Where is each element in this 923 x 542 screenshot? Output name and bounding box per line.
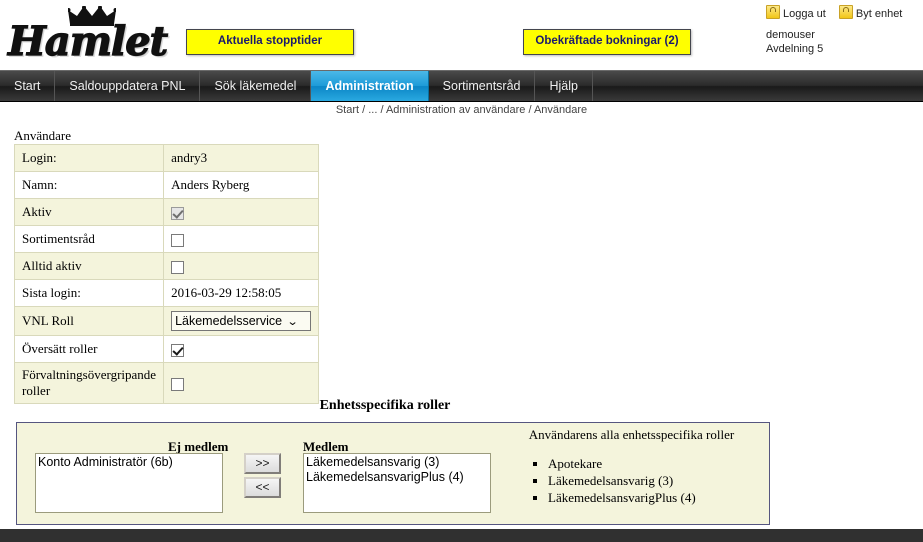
nav-item-start[interactable]: Start (0, 71, 56, 101)
nav-item-administration[interactable]: Administration (311, 71, 429, 101)
nav-item-sortimentsr-d[interactable]: Sortimentsråd (429, 71, 536, 101)
table-row: Sista login: 2016-03-29 12:58:05 (13, 279, 320, 307)
switch-unit-label: Byt enhet (855, 8, 903, 20)
all-roles-list: ApotekareLäkemedelsansvarig (3)Läkemedel… (530, 455, 696, 506)
all-roles-label: Användarens alla enhetsspecifika roller (528, 427, 735, 442)
breadcrumb-text: Start / ... / Administration av användar… (335, 104, 588, 116)
table-row: Namn: Anders Ryberg (13, 171, 320, 199)
nav-item-label: Sök läkemedel (214, 79, 297, 93)
list-item: Läkemedelsansvarig (3) (548, 472, 696, 489)
add-role-button[interactable]: >> (244, 453, 281, 474)
field-value: Anders Ryberg (163, 171, 320, 199)
field-value: 2016-03-29 12:58:05 (163, 279, 320, 307)
hamlet-logo: Hamlet (7, 6, 169, 65)
non-member-listbox[interactable]: Konto Administratör (6b) (35, 453, 223, 513)
nav-item-label: Administration (325, 79, 414, 93)
page-title: Användare (14, 128, 72, 143)
account-info: demouser Avdelning 5 (766, 28, 823, 56)
remove-role-button[interactable]: << (244, 477, 281, 498)
field-value: andry3 (163, 144, 320, 172)
nav-item-saldouppdatera-pnl[interactable]: Saldouppdatera PNL (55, 71, 201, 101)
field-label: Översätt roller (13, 335, 165, 363)
logout-label: Logga ut (783, 8, 826, 20)
checkbox--vers-tt-roller[interactable] (171, 343, 185, 357)
nav-item-label: Saldouppdatera PNL (69, 79, 186, 93)
obekraftade-bokningar-button[interactable]: Obekräftade bokningar (2) (523, 29, 691, 55)
field-label: Sortimentsråd (13, 225, 165, 253)
list-item[interactable]: LäkemedelsansvarigPlus (4) (306, 470, 490, 485)
nav-item-label: Start (14, 79, 41, 93)
list-item: Apotekare (548, 455, 696, 472)
table-row: VNL Roll Läkemedelsservice ⌄ (13, 306, 320, 336)
lock-icon (838, 5, 853, 19)
table-row: Sortimentsråd (13, 225, 320, 253)
nav-item-label: Hjälp (549, 79, 578, 93)
list-item: LäkemedelsansvarigPlus (4) (548, 489, 696, 506)
unit-label: Avdelning 5 (766, 43, 824, 55)
logo-wordmark: Hamlet (7, 18, 168, 65)
checkbox-alltid-aktiv[interactable] (171, 260, 185, 274)
field-label: Namn: (13, 171, 165, 199)
table-row: Login: andry3 (13, 144, 320, 172)
main-navigation: Start Saldouppdatera PNL Sök läkemedel Admi… (0, 70, 923, 102)
checkbox-f-rvaltnings-vergripande-roller[interactable] (171, 377, 185, 391)
field-label: Login: (13, 144, 165, 172)
field-label: VNL Roll (13, 306, 165, 336)
nav-item-label: Sortimentsråd (442, 79, 521, 93)
username-label: demouser (766, 29, 815, 41)
vnl-roll-select[interactable]: Läkemedelsservice ⌄ (171, 311, 312, 331)
list-item[interactable]: Konto Administratör (6b) (38, 455, 222, 470)
logout-link[interactable]: Logga ut (766, 5, 826, 20)
field-label: Aktiv (13, 198, 165, 226)
table-row: Aktiv (13, 198, 320, 226)
nav-item-hj-lp[interactable]: Hjälp (535, 71, 593, 101)
roles-section-heading: Enhetsspecifika roller (319, 398, 451, 413)
field-label: Alltid aktiv (13, 252, 165, 280)
page-footer (0, 529, 923, 542)
table-row: Översätt roller (13, 335, 320, 363)
field-value (163, 225, 320, 253)
list-item[interactable]: Läkemedelsansvarig (3) (306, 455, 490, 470)
switch-unit-link[interactable]: Byt enhet (838, 5, 903, 20)
lock-icon (766, 5, 780, 19)
field-value (163, 198, 320, 226)
field-value (163, 335, 320, 363)
nav-item-s-k-l-kemedel[interactable]: Sök läkemedel (200, 71, 312, 101)
account-links: Logga ut Byt enhet (766, 5, 912, 20)
breadcrumb: Start / ... / Administration av användar… (0, 104, 923, 116)
field-value: Läkemedelsservice ⌄ (163, 306, 320, 336)
user-details-table: Login: andry3 Namn: Anders Ryberg Aktiv Sorti… (13, 144, 320, 404)
chevron-down-icon: ⌄ (286, 315, 299, 328)
page-header: Hamlet Aktuella stopptider Obekräftade b… (0, 0, 923, 68)
checkbox-sortimentsr-d[interactable] (171, 233, 185, 247)
checkbox-aktiv (171, 206, 185, 220)
vnl-roll-selected-value: Läkemedelsservice (175, 314, 283, 328)
member-listbox[interactable]: Läkemedelsansvarig (3) Läkemedelsansvarig… (303, 453, 491, 513)
field-value (163, 252, 320, 280)
field-label: Sista login: (13, 279, 165, 307)
aktuella-stopptider-button[interactable]: Aktuella stopptider (186, 29, 354, 55)
table-row: Alltid aktiv (13, 252, 320, 280)
